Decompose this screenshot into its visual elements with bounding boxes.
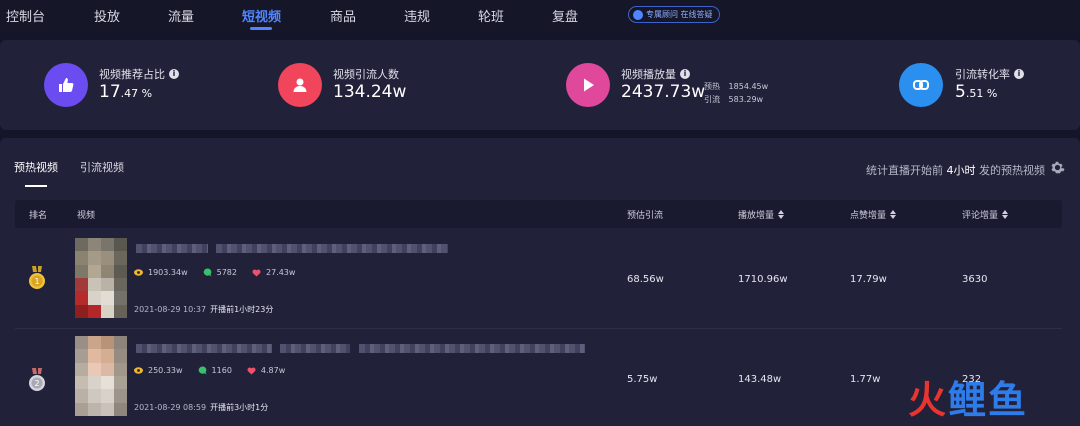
eye-icon — [134, 269, 143, 276]
consult-button[interactable]: 专属顾问 在线答疑 — [628, 6, 720, 23]
stat-value: 5.51 % — [955, 82, 998, 102]
table-row[interactable]: 1 1903.34w 5782 27.43w 2021-08-29 10:37 开… — [15, 232, 1062, 328]
stat-label: 视频推荐占比 — [99, 68, 165, 81]
thumbs-up-icon — [44, 63, 88, 107]
sort-icon — [890, 210, 897, 219]
tab-traffic-videos[interactable]: 引流视频 — [80, 159, 124, 175]
est-traffic-value: 68.56w — [627, 274, 664, 285]
table-row[interactable]: 2 250.33w 1160 4.87w 2021-08-29 08:59 开播… — [15, 330, 1062, 426]
comment-icon — [198, 366, 207, 375]
row-divider — [15, 328, 1062, 329]
top-nav: 控制台 投放 流量 短视频 商品 违规 轮班 复盘 专属顾问 在线答疑 — [0, 0, 1080, 32]
active-tab-indicator — [25, 185, 47, 187]
table-header: 排名 视频 预估引流 播放增量 点赞增量 评论增量 — [15, 200, 1062, 228]
play-increment-value: 143.48w — [738, 374, 782, 385]
play-icon — [566, 63, 610, 107]
column-est-traffic: 预估引流 — [627, 211, 664, 221]
stat-value: 134.24w — [333, 82, 407, 102]
info-icon[interactable]: i — [169, 69, 179, 79]
like-increment-value: 1.77w — [850, 374, 881, 385]
est-traffic-value: 5.75w — [627, 374, 658, 385]
link-icon — [899, 63, 943, 107]
nav-item-violations[interactable]: 违规 — [404, 6, 430, 25]
eye-icon — [134, 367, 143, 374]
stat-label: 引流转化率 — [955, 68, 1010, 81]
blurred-title — [280, 344, 350, 353]
video-thumbnail[interactable] — [75, 336, 127, 416]
like-increment-value: 17.79w — [850, 274, 887, 285]
heart-icon — [247, 367, 256, 374]
comment-icon — [203, 268, 212, 277]
tab-preheat-videos[interactable]: 预热视频 — [14, 159, 58, 175]
stat-window-note: 统计直播开始前 4小时 发的预热视频 — [866, 164, 1045, 177]
stat-value: 17.47 % — [99, 82, 153, 102]
nav-item-review[interactable]: 复盘 — [552, 6, 578, 25]
nav-item-console[interactable]: 控制台 — [6, 6, 45, 25]
gear-icon[interactable] — [1050, 160, 1065, 175]
stat-label: 视频播放量 — [621, 68, 676, 81]
svg-text:2: 2 — [34, 379, 39, 388]
nav-item-products[interactable]: 商品 — [330, 6, 356, 25]
nav-item-ads[interactable]: 投放 — [94, 6, 120, 25]
blurred-title — [359, 344, 585, 353]
publish-time: 2021-08-29 08:59 开播前3小时1分 — [134, 403, 269, 412]
nav-item-traffic[interactable]: 流量 — [168, 6, 194, 25]
video-metrics: 1903.34w 5782 27.43w — [134, 268, 295, 277]
stats-card: 视频推荐占比 i 17.47 % 视频引流人数 134.24w 视频播放量 i … — [0, 40, 1080, 130]
stat-value: 2437.73w — [621, 82, 706, 102]
nav-item-shifts[interactable]: 轮班 — [478, 6, 504, 25]
svg-text:1: 1 — [34, 277, 39, 286]
column-video: 视频 — [77, 211, 96, 221]
sort-icon — [1002, 210, 1009, 219]
blurred-title — [136, 244, 208, 253]
column-comment-increment[interactable]: 评论增量 — [962, 208, 1009, 221]
comment-increment-value: 3630 — [962, 274, 988, 285]
active-nav-indicator — [250, 27, 272, 30]
gold-medal-icon: 1 — [29, 266, 45, 289]
info-icon[interactable]: i — [1014, 69, 1024, 79]
column-rank: 排名 — [29, 211, 48, 221]
stat-label: 视频引流人数 — [333, 68, 399, 81]
play-increment-value: 1710.96w — [738, 274, 788, 285]
stat-sub-traffic: 引流 583.29w — [704, 95, 764, 104]
stat-sub-preheat: 预热 1854.45w — [704, 82, 769, 91]
watermark-logo: 火鲤鱼 — [908, 378, 1029, 422]
column-play-increment[interactable]: 播放增量 — [738, 208, 785, 221]
sort-icon — [778, 210, 785, 219]
video-thumbnail[interactable] — [75, 238, 127, 318]
column-like-increment[interactable]: 点赞增量 — [850, 208, 897, 221]
publish-time: 2021-08-29 10:37 开播前1小时23分 — [134, 305, 274, 314]
blurred-title — [136, 344, 272, 353]
silver-medal-icon: 2 — [29, 368, 45, 391]
info-icon[interactable]: i — [680, 69, 690, 79]
chat-icon — [633, 9, 643, 20]
user-icon — [278, 63, 322, 107]
video-metrics: 250.33w 1160 4.87w — [134, 366, 285, 375]
blurred-title — [216, 244, 448, 253]
nav-item-short-video[interactable]: 短视频 — [242, 6, 281, 25]
consult-label: 专属顾问 在线答疑 — [646, 10, 713, 19]
heart-icon — [252, 269, 261, 276]
